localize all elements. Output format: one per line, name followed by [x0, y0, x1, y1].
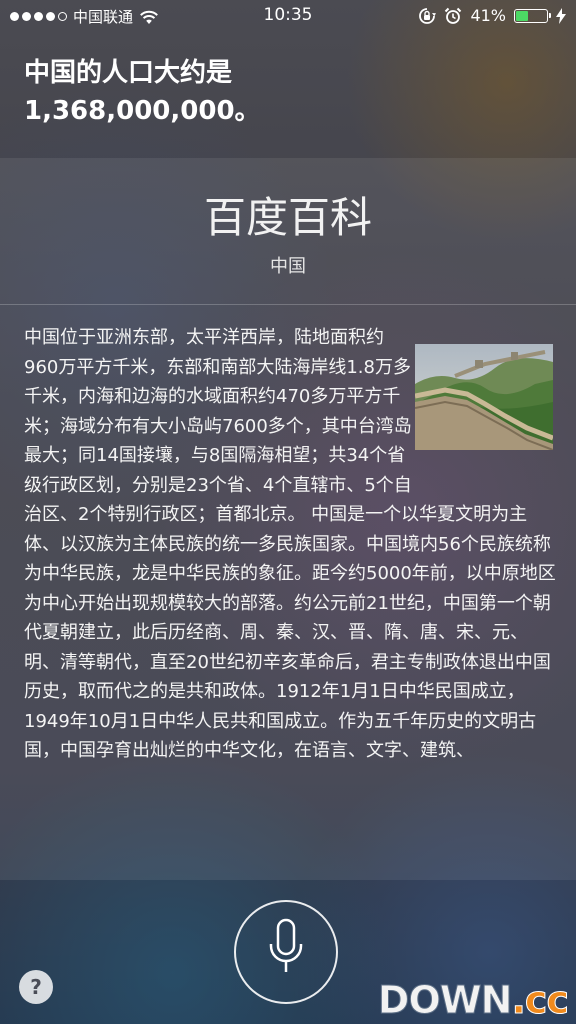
baike-card[interactable]: 百度百科 中国 中国位于亚洲东部，太平洋西岸，陆地面积约960万平方千米，东部和…: [0, 158, 576, 880]
watermark-main: DOWN: [377, 978, 513, 1023]
charging-bolt-icon: [556, 7, 566, 24]
help-button[interactable]: ?: [19, 970, 53, 1004]
status-bar: 中国联通 10:35 41%: [0, 0, 576, 32]
answer-line-2: 1,368,000,000。: [24, 96, 261, 126]
down-cc-watermark: DOWN.cc: [377, 978, 569, 1023]
great-wall-thumbnail[interactable]: [415, 344, 553, 450]
microphone-icon: [269, 918, 303, 972]
answer-line-1: 中国的人口大约是: [24, 58, 233, 88]
battery-icon: [514, 8, 551, 23]
microphone-button[interactable]: [234, 900, 338, 1004]
card-subtitle: 中国: [270, 256, 306, 277]
orientation-lock-icon: [419, 7, 437, 24]
great-wall-photo: [415, 344, 553, 450]
card-title: 百度百科: [203, 193, 372, 242]
card-divider: [0, 304, 576, 305]
watermark-accent: .cc: [511, 978, 569, 1023]
siri-answer: 中国的人口大约是 1,368,000,000。: [24, 54, 544, 130]
battery-percent: 41%: [470, 6, 506, 25]
battery-level-fill: [516, 10, 528, 21]
status-right: 41%: [418, 6, 566, 25]
alarm-icon: [445, 7, 462, 24]
